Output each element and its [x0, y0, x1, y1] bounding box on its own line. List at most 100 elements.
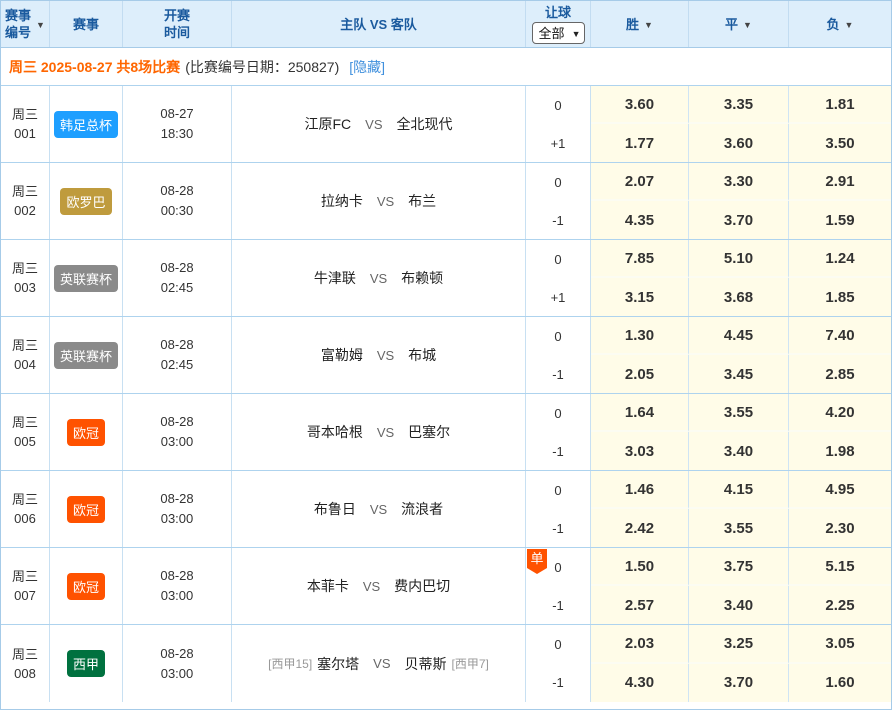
- odds-win[interactable]: 2.05: [591, 355, 689, 393]
- odds-win[interactable]: 2.42: [591, 509, 689, 547]
- date-group-header: 周三 2025-08-27 共8场比赛 (比赛编号日期：250827) [隐藏]: [1, 48, 891, 86]
- handicap-value: -1: [526, 355, 591, 393]
- handicap-value: 0: [526, 625, 591, 664]
- odds-draw[interactable]: 3.40: [689, 432, 789, 470]
- match-date: 08-28: [160, 566, 193, 586]
- match-day: 周三: [12, 336, 38, 355]
- odds-lose[interactable]: 1.60: [789, 664, 891, 703]
- competition-badge[interactable]: 欧冠: [67, 573, 105, 600]
- match-day: 周三: [12, 182, 38, 201]
- header-match-no[interactable]: 赛事 编号 ▼: [1, 1, 50, 47]
- odds-win[interactable]: 2.07: [591, 163, 689, 201]
- odds-draw[interactable]: 3.30: [689, 163, 789, 201]
- odds-lose[interactable]: 4.95: [789, 471, 891, 509]
- odds-draw[interactable]: 3.25: [689, 625, 789, 664]
- home-team: 牛津联: [314, 268, 356, 288]
- match-no: 006: [14, 509, 36, 528]
- match-time: 08-28 03:00: [123, 625, 232, 702]
- odds-lose[interactable]: 7.40: [789, 317, 891, 355]
- odds-lose[interactable]: 2.30: [789, 509, 891, 547]
- home-team: 富勒姆: [321, 345, 363, 365]
- match-no: 002: [14, 201, 36, 220]
- odds-draw[interactable]: 3.55: [689, 394, 789, 432]
- odds-grid: 0 1.30 4.45 7.40 -1 2.05 3.45 2.85: [526, 317, 891, 393]
- odds-draw[interactable]: 3.68: [689, 278, 789, 316]
- competition-badge[interactable]: 西甲: [67, 650, 105, 677]
- match-no: 001: [14, 124, 36, 143]
- handicap-value: -1: [526, 509, 591, 547]
- odds-lose[interactable]: 5.15: [789, 548, 891, 586]
- odds-lose[interactable]: 2.25: [789, 586, 891, 624]
- odds-lose[interactable]: 1.85: [789, 278, 891, 316]
- odds-lose[interactable]: 1.81: [789, 86, 891, 124]
- odds-draw[interactable]: 3.70: [689, 664, 789, 703]
- odds-lose[interactable]: 2.85: [789, 355, 891, 393]
- competition-badge[interactable]: 英联赛杯: [54, 265, 118, 292]
- odds-win[interactable]: 3.15: [591, 278, 689, 316]
- odds-lose[interactable]: 2.91: [789, 163, 891, 201]
- odds-draw[interactable]: 3.60: [689, 124, 789, 162]
- match-row: 周三 003 英联赛杯 08-28 02:45 牛津联 VS 布赖顿 0 7.8…: [1, 240, 891, 317]
- odds-win[interactable]: 1.30: [591, 317, 689, 355]
- odds-win[interactable]: 7.85: [591, 240, 689, 278]
- match-time: 08-28 02:45: [123, 317, 232, 393]
- handicap-value: -1: [526, 664, 591, 703]
- match-row: 周三 006 欧冠 08-28 03:00 布鲁日 VS 流浪者 0 1.46 …: [1, 471, 891, 548]
- handicap-value: -1: [526, 201, 591, 239]
- header-lose[interactable]: 负 ▼: [789, 1, 891, 47]
- odds-win[interactable]: 1.46: [591, 471, 689, 509]
- kickoff-time: 03:00: [161, 509, 194, 529]
- competition-badge[interactable]: 欧冠: [67, 496, 105, 523]
- header-teams: 主队 VS 客队: [232, 1, 526, 47]
- match-number: 周三 001: [1, 86, 50, 162]
- vs-label: VS: [363, 579, 380, 594]
- kickoff-time: 03:00: [161, 664, 194, 684]
- match-number: 周三 008: [1, 625, 50, 702]
- match-date: 08-28: [160, 489, 193, 509]
- header-teams-label: 主队 VS 客队: [340, 16, 417, 33]
- match-id-date: (比赛编号日期：250827): [185, 57, 339, 77]
- match-number: 周三 007: [1, 548, 50, 624]
- odds-draw[interactable]: 3.55: [689, 509, 789, 547]
- competition-cell: 英联赛杯: [50, 240, 123, 316]
- odds-draw[interactable]: 3.35: [689, 86, 789, 124]
- odds-win[interactable]: 3.60: [591, 86, 689, 124]
- match-time: 08-28 03:00: [123, 548, 232, 624]
- header-draw[interactable]: 平 ▼: [689, 1, 789, 47]
- match-number: 周三 002: [1, 163, 50, 239]
- handicap-filter-select[interactable]: 全部: [532, 22, 585, 44]
- odds-win[interactable]: 4.35: [591, 201, 689, 239]
- odds-win[interactable]: 3.03: [591, 432, 689, 470]
- odds-table: 赛事 编号 ▼ 赛事 开赛 时间 主队 VS 客队 让球 全部 ▼ 胜 ▼: [0, 0, 892, 710]
- home-team: 塞尔塔: [317, 654, 359, 674]
- odds-draw[interactable]: 3.75: [689, 548, 789, 586]
- odds-lose[interactable]: 1.24: [789, 240, 891, 278]
- odds-win[interactable]: 1.50: [591, 548, 689, 586]
- kickoff-time: 02:45: [161, 278, 194, 298]
- odds-lose[interactable]: 3.50: [789, 124, 891, 162]
- competition-badge[interactable]: 欧罗巴: [60, 188, 111, 215]
- odds-draw[interactable]: 3.70: [689, 201, 789, 239]
- odds-draw[interactable]: 3.40: [689, 586, 789, 624]
- odds-lose[interactable]: 1.59: [789, 201, 891, 239]
- handicap-value: -1: [526, 586, 591, 624]
- odds-win[interactable]: 2.03: [591, 625, 689, 664]
- competition-badge[interactable]: 欧冠: [67, 419, 105, 446]
- odds-lose[interactable]: 4.20: [789, 394, 891, 432]
- competition-badge[interactable]: 英联赛杯: [54, 342, 118, 369]
- handicap-value: 0: [526, 471, 591, 509]
- odds-draw[interactable]: 4.15: [689, 471, 789, 509]
- match-day: 周三: [12, 259, 38, 278]
- hide-link[interactable]: [隐藏]: [349, 57, 385, 77]
- odds-draw[interactable]: 3.45: [689, 355, 789, 393]
- odds-lose[interactable]: 1.98: [789, 432, 891, 470]
- odds-draw[interactable]: 4.45: [689, 317, 789, 355]
- odds-win[interactable]: 2.57: [591, 586, 689, 624]
- header-win[interactable]: 胜 ▼: [591, 1, 689, 47]
- odds-lose[interactable]: 3.05: [789, 625, 891, 664]
- competition-badge[interactable]: 韩足总杯: [54, 111, 118, 138]
- odds-win[interactable]: 1.64: [591, 394, 689, 432]
- odds-draw[interactable]: 5.10: [689, 240, 789, 278]
- odds-win[interactable]: 4.30: [591, 664, 689, 703]
- odds-win[interactable]: 1.77: [591, 124, 689, 162]
